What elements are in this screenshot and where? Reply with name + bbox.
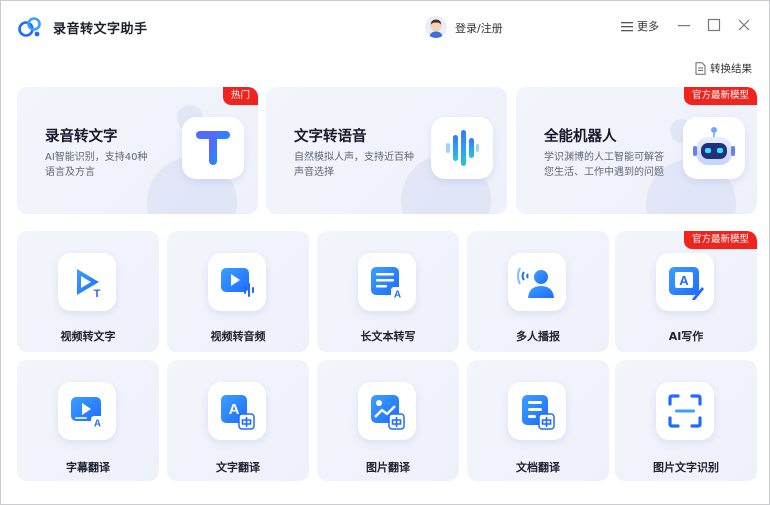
tool-label: 长文本转写 [360, 330, 416, 343]
maximize-button[interactable] [707, 18, 721, 32]
document-icon [695, 62, 706, 75]
conversion-results-link[interactable]: 转换结果 [695, 61, 752, 76]
minimize-button[interactable] [677, 18, 691, 32]
ai-writing-icon: A [656, 253, 714, 311]
tool-ocr[interactable]: 图片文字识别 [615, 360, 757, 481]
long-text-icon: A [358, 253, 416, 311]
close-button[interactable] [737, 18, 751, 32]
tool-label: 视频转音频 [210, 330, 266, 343]
tool-text-translate[interactable]: A 文字翻译 [167, 360, 309, 481]
avatar[interactable] [425, 16, 447, 38]
robot-icon [683, 117, 745, 179]
app-title: 录音转文字助手 [53, 22, 148, 37]
tool-document-translate[interactable]: 文档翻译 [467, 360, 609, 481]
feature-card-text-to-speech[interactable]: 文字转语音 自然模拟人声，支持近百种声音选择 [266, 87, 507, 214]
hot-badge: 热门 [222, 87, 258, 105]
multi-voice-icon [508, 253, 566, 311]
menu-icon [621, 21, 633, 31]
video-to-text-icon: T [58, 253, 116, 311]
feature-card-title: 录音转文字 [45, 129, 118, 145]
tool-label: 图片文字识别 [653, 461, 719, 474]
feature-card-robot[interactable]: 全能机器人 学识渊博的人工智能可解答您生活、工作中遇到的问题 官方最新模型 [516, 87, 757, 214]
tool-video-to-audio[interactable]: 视频转音频 [167, 231, 309, 352]
image-translate-icon [358, 382, 416, 440]
tool-label: AI写作 [668, 330, 704, 343]
new-model-badge: 官方最新模型 [683, 87, 757, 105]
svg-text:T: T [94, 288, 101, 300]
feature-card-desc: 自然模拟人声，支持近百种声音选择 [294, 152, 414, 178]
tool-ai-writing[interactable]: A AI写作 官方最新模型 [615, 231, 757, 352]
feature-card-title: 文字转语音 [294, 129, 367, 145]
svg-text:A: A [394, 290, 401, 301]
title-bar: 录音转文字助手 登录/注册 更多 [1, 1, 769, 53]
tool-image-translate[interactable]: 图片翻译 [317, 360, 459, 481]
app-window: 录音转文字助手 登录/注册 更多 转换结果 录音转文字 AI智能识别，支持40种… [0, 0, 770, 505]
sound-wave-icon [431, 117, 493, 179]
svg-text:A: A [229, 401, 240, 418]
tool-multi-voice[interactable]: 多人播报 [467, 231, 609, 352]
tool-label: 多人播报 [516, 330, 560, 343]
feature-card-title: 全能机器人 [544, 129, 617, 145]
avatar-face-icon [425, 16, 447, 38]
video-to-audio-icon [208, 253, 266, 311]
login-register-link[interactable]: 登录/注册 [455, 20, 503, 36]
feature-card-desc: 学识渊博的人工智能可解答您生活、工作中遇到的问题 [544, 152, 664, 178]
new-model-badge: 官方最新模型 [683, 231, 757, 249]
ocr-scan-icon [656, 382, 714, 440]
tool-label: 视频转文字 [60, 330, 116, 343]
tool-label: 文档翻译 [516, 461, 560, 474]
text-translate-icon: A [208, 382, 266, 440]
tool-label: 图片翻译 [366, 461, 410, 474]
feature-card-desc: AI智能识别，支持40种语言及方言 [45, 152, 148, 178]
feature-card-speech-to-text[interactable]: 录音转文字 AI智能识别，支持40种语言及方言 热门 [17, 87, 258, 214]
document-translate-icon [508, 382, 566, 440]
tool-subtitle-translate[interactable]: A 字幕翻译 [17, 360, 159, 481]
tool-long-text[interactable]: A 长文本转写 [317, 231, 459, 352]
conversion-results-label: 转换结果 [710, 63, 752, 75]
tool-label: 字幕翻译 [66, 461, 110, 474]
tool-video-to-text[interactable]: T 视频转文字 [17, 231, 159, 352]
t-letter-icon [182, 117, 244, 179]
more-menu-button[interactable]: 更多 [621, 18, 659, 34]
more-label: 更多 [637, 20, 659, 33]
svg-text:A: A [94, 419, 101, 430]
subtitle-translate-icon: A [58, 382, 116, 440]
tool-label: 文字翻译 [216, 461, 260, 474]
app-logo-icon [18, 17, 41, 37]
svg-text:A: A [679, 273, 689, 288]
